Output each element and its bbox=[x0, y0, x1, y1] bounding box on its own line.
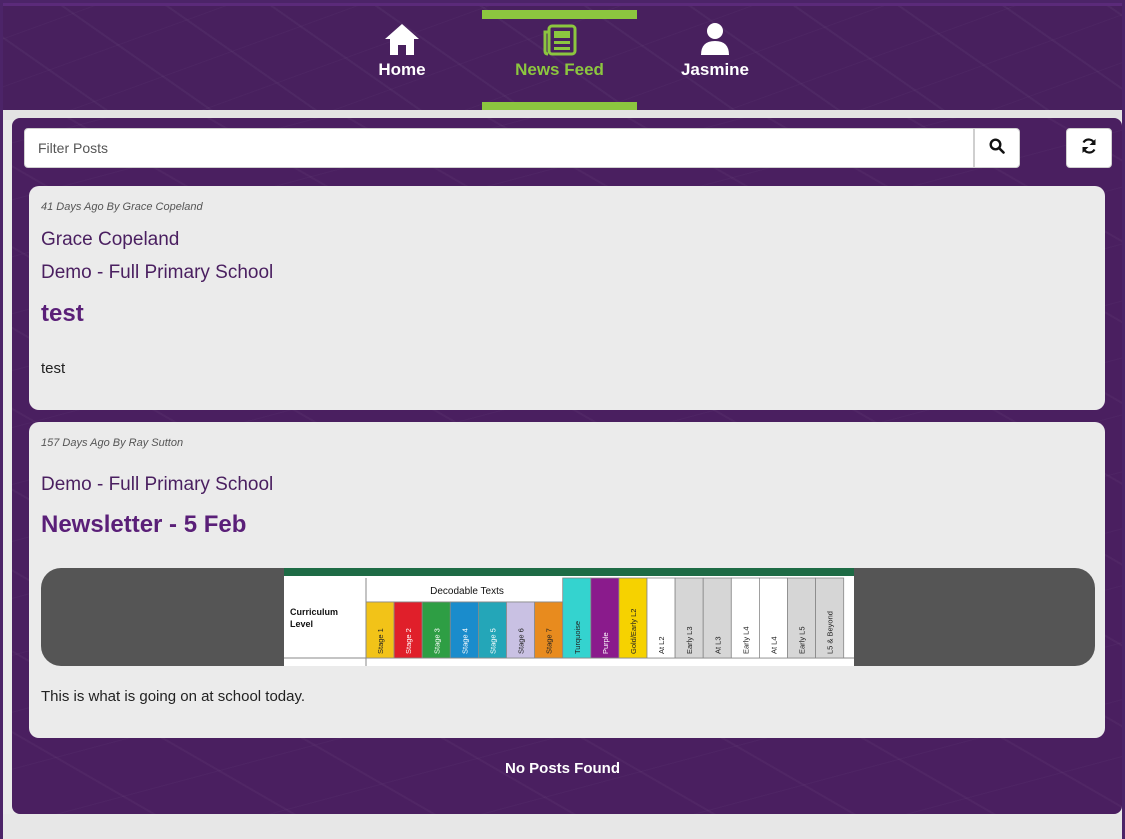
chart-column-label: At L2 bbox=[657, 636, 666, 654]
nav-home-label: Home bbox=[378, 60, 426, 79]
filter-posts-input[interactable] bbox=[24, 128, 974, 168]
page-footer-band bbox=[0, 814, 1125, 839]
post-title: test bbox=[41, 300, 84, 327]
newspaper-icon bbox=[543, 22, 577, 56]
chart-column-label: Purple bbox=[601, 632, 610, 654]
curriculum-chart-image: Stage 1 Stage 2 Stage 3 Stage 4 Stage 5 Stage… bbox=[284, 568, 854, 666]
nav-news-feed[interactable]: News Feed bbox=[482, 10, 637, 110]
refresh-icon bbox=[1080, 137, 1098, 160]
chart-column-label: Stage 7 bbox=[545, 628, 554, 654]
chart-column-label: Early L4 bbox=[741, 626, 750, 654]
post-author: Grace Copeland bbox=[41, 229, 180, 250]
chart-heading: Decodable Texts bbox=[430, 586, 504, 597]
no-posts-message: No Posts Found bbox=[505, 760, 620, 777]
chart-column-label: Stage 5 bbox=[488, 628, 497, 654]
active-indicator-top bbox=[482, 10, 637, 19]
search-icon bbox=[989, 137, 1005, 159]
post-school: Demo - Full Primary School bbox=[41, 474, 274, 495]
post-card[interactable]: 157 Days Ago By Ray Sutton Demo - Full P… bbox=[29, 422, 1105, 738]
nav-home[interactable]: Home bbox=[370, 10, 434, 110]
post-image[interactable]: Stage 1 Stage 2 Stage 3 Stage 4 Stage 5 Stage… bbox=[41, 568, 1095, 666]
chart-column-label: L5 & Beyond bbox=[826, 611, 835, 654]
post-meta: 41 Days Ago By Grace Copeland bbox=[41, 201, 203, 213]
home-icon bbox=[383, 22, 421, 56]
chart-column-label: Stage 4 bbox=[460, 628, 469, 654]
search-button[interactable] bbox=[974, 128, 1020, 168]
chart-row-label-2: Level bbox=[290, 619, 313, 629]
post-card[interactable]: 41 Days Ago By Grace Copeland Grace Cope… bbox=[29, 186, 1105, 410]
chart-column-label: Early L5 bbox=[798, 626, 807, 654]
nav-user-profile[interactable]: Jasmine bbox=[672, 10, 758, 110]
chart-column-label: Stage 2 bbox=[404, 628, 413, 654]
chart-column-label: Stage 1 bbox=[376, 628, 385, 654]
refresh-button[interactable] bbox=[1066, 128, 1112, 168]
post-body: test bbox=[41, 360, 66, 377]
chart-column-label: Gold/Early L2 bbox=[629, 609, 638, 654]
user-icon bbox=[699, 22, 731, 56]
active-indicator-bottom bbox=[482, 102, 637, 110]
chart-column-label: At L3 bbox=[713, 636, 722, 654]
nav-user-label: Jasmine bbox=[680, 60, 750, 79]
post-body: This is what is going on at school today… bbox=[41, 688, 306, 705]
chart-column-label: Stage 6 bbox=[517, 628, 526, 654]
chart-column-label: Early L3 bbox=[685, 626, 694, 654]
chart-column-label: Stage 3 bbox=[432, 628, 441, 654]
nav-news-feed-label: News Feed bbox=[515, 60, 604, 79]
chart-column-label: Turquoise bbox=[573, 621, 582, 654]
post-school: Demo - Full Primary School bbox=[41, 262, 274, 283]
post-title: Newsletter - 5 Feb bbox=[41, 511, 247, 538]
post-meta: 157 Days Ago By Ray Sutton bbox=[41, 437, 184, 449]
chart-column-label: At L4 bbox=[769, 636, 778, 654]
top-strip bbox=[0, 0, 1125, 6]
chart-row-label: Curriculum bbox=[290, 607, 338, 617]
top-navigation-bar: Home News Feed Jasmine bbox=[0, 0, 1125, 110]
